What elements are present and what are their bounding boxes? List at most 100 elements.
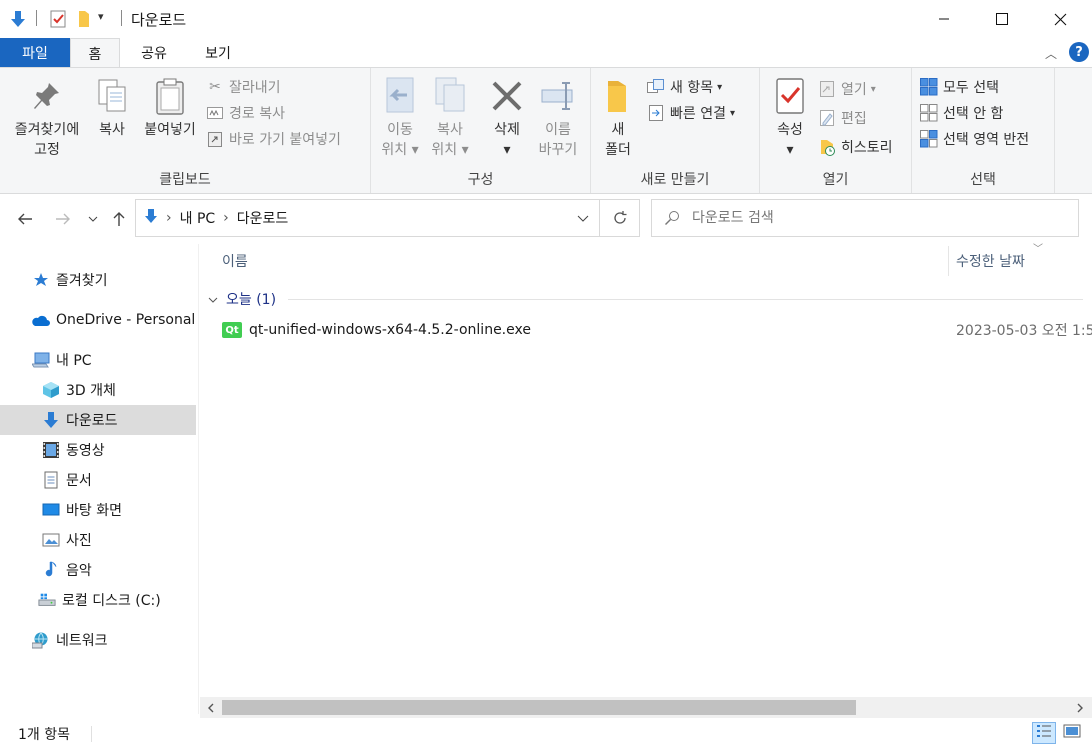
properties-check-icon[interactable] bbox=[48, 9, 68, 29]
maximize-button[interactable] bbox=[973, 0, 1031, 38]
tab-file[interactable]: 파일 bbox=[0, 38, 70, 67]
nav-videos[interactable]: 동영상 bbox=[42, 435, 192, 465]
move-to-button[interactable]: 이동 위치 ▾ bbox=[377, 76, 423, 160]
file-modified-date: 2023-05-03 오전 1:5 bbox=[956, 323, 1092, 339]
new-folder-icon[interactable] bbox=[74, 9, 94, 29]
nav-3d-objects[interactable]: 3D 개체 bbox=[42, 375, 192, 405]
new-item-button[interactable]: 새 항목 ▾ bbox=[647, 76, 722, 98]
status-bar: 1개 항목 bbox=[0, 718, 1092, 749]
delete-button[interactable]: 삭제 ▾ bbox=[485, 76, 529, 160]
scissors-icon: ✂ bbox=[209, 79, 221, 95]
music-note-icon bbox=[42, 561, 60, 579]
invert-selection-button[interactable]: 선택 영역 반전 bbox=[920, 128, 1029, 150]
pin-to-quick-access-button[interactable]: 즐겨찾기에 고정 bbox=[6, 76, 88, 160]
properties-dropdown-icon[interactable]: ▾ bbox=[786, 140, 793, 160]
nav-network[interactable]: 네트워크 bbox=[32, 625, 192, 655]
collapse-ribbon-icon[interactable]: ︿ bbox=[1045, 45, 1057, 62]
down-arrow-icon[interactable] bbox=[8, 9, 28, 29]
copy-path-button[interactable]: 경로 복사 bbox=[206, 102, 285, 124]
new-folder-label-1: 새 bbox=[611, 122, 625, 138]
tab-view[interactable]: 보기 bbox=[190, 38, 246, 67]
file-name: qt-unified-windows-x64-4.5.2-online.exe bbox=[249, 322, 531, 338]
group-today[interactable]: 오늘 (1) bbox=[208, 288, 276, 310]
paste-shortcut-button[interactable]: 바로 가기 붙여넣기 bbox=[206, 128, 341, 150]
nav-pictures-label: 사진 bbox=[66, 533, 92, 549]
copy-path-label: 경로 복사 bbox=[229, 106, 285, 122]
cloud-icon bbox=[30, 311, 50, 329]
forward-button[interactable] bbox=[50, 204, 76, 234]
breadcrumb-separator-icon[interactable]: › bbox=[223, 210, 229, 226]
column-name-label: 이름 bbox=[222, 253, 248, 270]
delete-dropdown-icon[interactable]: ▾ bbox=[503, 140, 510, 160]
tab-home[interactable]: 홈 bbox=[70, 38, 120, 68]
horizontal-scrollbar[interactable] bbox=[200, 697, 1092, 718]
select-all-button[interactable]: 모두 선택 bbox=[920, 76, 999, 98]
breadcrumb-separator-icon[interactable]: › bbox=[166, 210, 172, 226]
customize-dropdown-icon[interactable]: ▾ bbox=[98, 10, 104, 23]
select-none-button[interactable]: 선택 안 함 bbox=[920, 102, 1003, 124]
new-folder-button[interactable]: 새 폴더 bbox=[599, 76, 637, 160]
copy-to-button[interactable]: 복사 위치 ▾ bbox=[427, 76, 473, 160]
refresh-button[interactable] bbox=[599, 200, 639, 236]
properties-button[interactable]: 속성 ▾ bbox=[768, 76, 812, 160]
tab-share[interactable]: 공유 bbox=[126, 38, 182, 67]
open-group: 속성 ▾ 열기 ▾ 편집 히스토리 열기 bbox=[760, 68, 912, 193]
desktop-icon bbox=[42, 501, 60, 519]
breadcrumb-this-pc[interactable]: 내 PC bbox=[180, 208, 216, 228]
nav-music[interactable]: 음악 bbox=[42, 555, 192, 585]
scrollbar-thumb[interactable] bbox=[222, 700, 856, 715]
new-item-icon bbox=[647, 78, 665, 96]
scroll-left-arrow-icon[interactable] bbox=[200, 697, 220, 718]
history-label: 히스토리 bbox=[841, 140, 893, 156]
recent-locations-button[interactable] bbox=[82, 204, 104, 234]
navigation-pane: 즐겨찾기 OneDrive - Personal 내 PC 3D 개체 다운로드… bbox=[0, 244, 199, 714]
nav-downloads[interactable]: 다운로드 bbox=[0, 405, 196, 435]
nav-this-pc[interactable]: 내 PC bbox=[32, 345, 192, 375]
back-button[interactable] bbox=[12, 204, 38, 234]
scroll-right-arrow-icon[interactable] bbox=[1070, 697, 1090, 718]
organize-group: 이동 위치 ▾ 복사 위치 ▾ 삭제 ▾ 이름 바꾸기 구성 bbox=[371, 68, 591, 193]
rename-icon bbox=[540, 76, 576, 116]
easy-access-button[interactable]: 빠른 연결 ▾ bbox=[647, 102, 735, 124]
edit-button[interactable]: 편집 bbox=[818, 107, 867, 129]
breadcrumb-downloads[interactable]: 다운로드 bbox=[237, 208, 289, 228]
nav-local-disk[interactable]: 로컬 디스크 (C:) bbox=[38, 585, 196, 615]
nav-onedrive[interactable]: OneDrive - Personal bbox=[30, 305, 196, 335]
cut-button[interactable]: ✂ 잘라내기 bbox=[206, 76, 280, 98]
column-header-modified[interactable]: 수정한 날짜 bbox=[956, 244, 1025, 277]
up-button[interactable] bbox=[106, 204, 132, 234]
rename-button[interactable]: 이름 바꾸기 bbox=[533, 76, 583, 160]
document-icon bbox=[42, 471, 60, 489]
address-history-dropdown[interactable] bbox=[568, 200, 598, 236]
edit-label: 편집 bbox=[841, 111, 867, 127]
large-icons-view-button[interactable] bbox=[1060, 722, 1084, 744]
column-divider[interactable] bbox=[948, 246, 949, 276]
new-item-label: 새 항목 bbox=[670, 80, 714, 96]
column-header-name[interactable]: 이름 bbox=[222, 244, 248, 277]
status-divider bbox=[91, 726, 92, 742]
nav-desktop[interactable]: 바탕 화면 bbox=[42, 495, 192, 525]
paste-button[interactable]: 붙여넣기 bbox=[138, 76, 202, 140]
open-button[interactable]: 열기 ▾ bbox=[818, 78, 876, 100]
close-button[interactable] bbox=[1031, 0, 1089, 38]
select-all-label: 모두 선택 bbox=[943, 80, 999, 96]
address-bar[interactable]: › 내 PC › 다운로드 bbox=[135, 199, 640, 237]
select-none-icon bbox=[920, 104, 938, 122]
search-box[interactable] bbox=[651, 199, 1079, 237]
details-view-button[interactable] bbox=[1032, 722, 1056, 744]
help-icon[interactable]: ? bbox=[1069, 42, 1089, 62]
search-icon bbox=[652, 210, 692, 226]
nav-pictures[interactable]: 사진 bbox=[42, 525, 192, 555]
nav-music-label: 음악 bbox=[66, 563, 92, 579]
nav-favorites[interactable]: 즐겨찾기 bbox=[32, 265, 192, 295]
history-button[interactable]: 히스토리 bbox=[818, 136, 893, 158]
nav-network-label: 네트워크 bbox=[56, 633, 108, 649]
clipboard-group: 즐겨찾기에 고정 복사 붙여넣기 ✂ 잘라내기 경로 복사 바로 가기 붙여넣기… bbox=[0, 68, 371, 193]
minimize-button[interactable] bbox=[915, 0, 973, 38]
group-collapse-chevron-icon bbox=[208, 291, 218, 307]
copy-button[interactable]: 복사 bbox=[92, 76, 132, 140]
film-icon bbox=[42, 441, 60, 459]
nav-documents[interactable]: 문서 bbox=[42, 465, 192, 495]
easy-access-dropdown-icon: ▾ bbox=[729, 107, 736, 119]
search-input[interactable] bbox=[692, 210, 1062, 226]
